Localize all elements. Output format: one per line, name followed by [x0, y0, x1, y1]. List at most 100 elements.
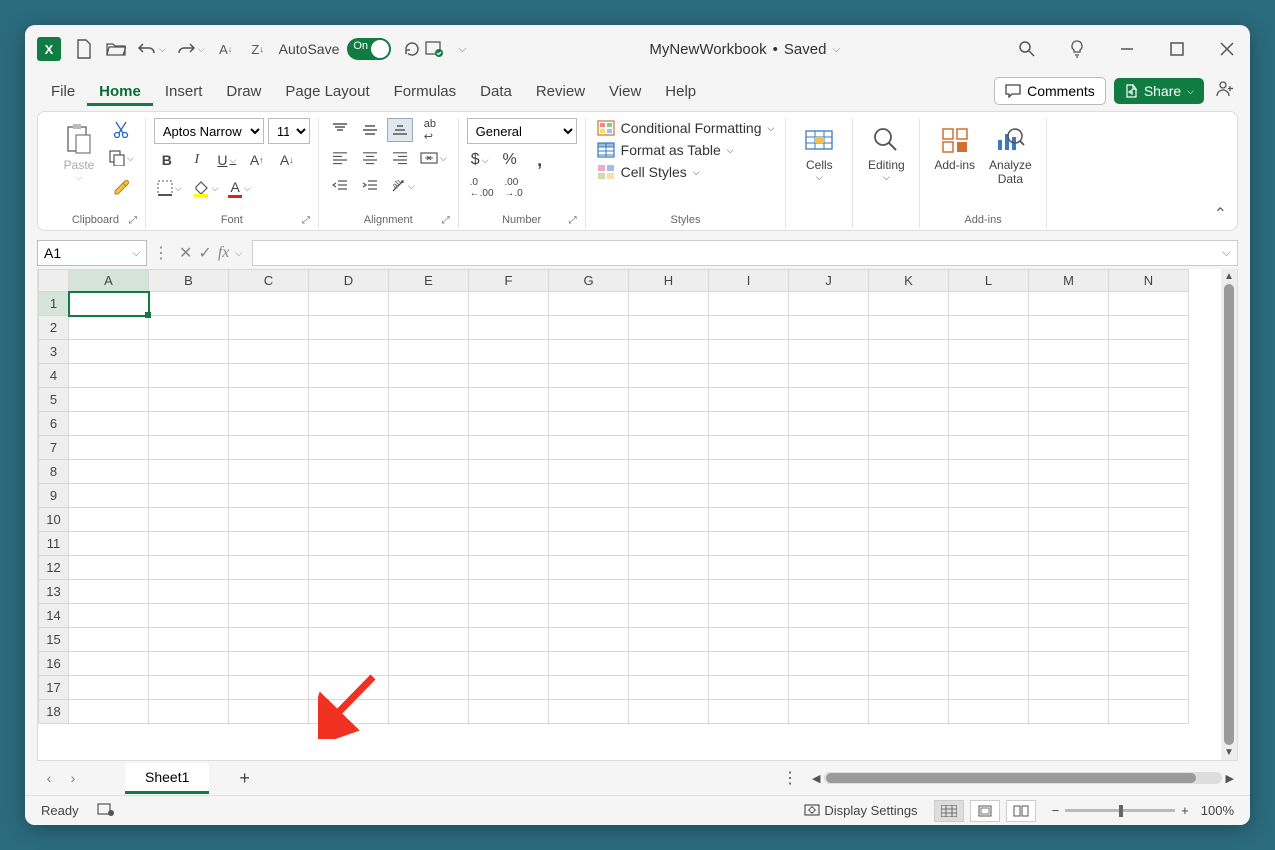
cell[interactable] — [229, 316, 309, 340]
cell[interactable] — [149, 652, 229, 676]
row-header[interactable]: 2 — [39, 316, 69, 340]
cell[interactable] — [549, 292, 629, 316]
cell[interactable] — [389, 676, 469, 700]
more-options-icon[interactable]: ⋮ — [153, 243, 169, 263]
close-button[interactable] — [1216, 38, 1238, 60]
cell[interactable] — [69, 484, 149, 508]
cell[interactable] — [869, 388, 949, 412]
cell[interactable] — [709, 316, 789, 340]
cell[interactable] — [469, 388, 549, 412]
row-header[interactable]: 14 — [39, 604, 69, 628]
cell[interactable] — [229, 676, 309, 700]
normal-view-button[interactable] — [934, 800, 964, 822]
refresh-icon[interactable] — [401, 38, 423, 60]
cell[interactable] — [949, 484, 1029, 508]
cell[interactable] — [869, 484, 949, 508]
cell[interactable] — [1029, 604, 1109, 628]
comments-button[interactable]: Comments — [994, 77, 1106, 105]
cell[interactable] — [389, 388, 469, 412]
orientation-button[interactable]: ab — [387, 174, 418, 198]
cell[interactable] — [949, 676, 1029, 700]
cell[interactable] — [309, 556, 389, 580]
scroll-left-icon[interactable]: ◀ — [808, 772, 824, 785]
cell[interactable] — [949, 532, 1029, 556]
cell[interactable] — [229, 412, 309, 436]
cell[interactable] — [709, 604, 789, 628]
sort-asc-icon[interactable]: A↓ — [215, 38, 237, 60]
align-top-button[interactable] — [327, 118, 353, 142]
cell[interactable] — [69, 316, 149, 340]
sync-icon[interactable] — [423, 38, 445, 60]
cell[interactable] — [229, 388, 309, 412]
column-header[interactable]: N — [1109, 270, 1189, 292]
cell[interactable] — [709, 676, 789, 700]
cell[interactable] — [1029, 340, 1109, 364]
cell[interactable] — [949, 700, 1029, 724]
cell[interactable] — [709, 436, 789, 460]
cell[interactable] — [1029, 676, 1109, 700]
cell[interactable] — [1029, 580, 1109, 604]
cell[interactable] — [949, 580, 1029, 604]
cell[interactable] — [629, 412, 709, 436]
cell[interactable] — [869, 364, 949, 388]
column-header[interactable]: C — [229, 270, 309, 292]
cell[interactable] — [549, 532, 629, 556]
cell[interactable] — [789, 340, 869, 364]
cell[interactable] — [1029, 460, 1109, 484]
align-right-button[interactable] — [387, 146, 413, 170]
cell[interactable] — [869, 628, 949, 652]
row-header[interactable]: 8 — [39, 460, 69, 484]
column-header[interactable]: G — [549, 270, 629, 292]
cell[interactable] — [1109, 676, 1189, 700]
cell[interactable] — [229, 436, 309, 460]
cell[interactable] — [549, 412, 629, 436]
column-header[interactable]: D — [309, 270, 389, 292]
vertical-scrollbar[interactable]: ▲ ▼ — [1221, 269, 1237, 760]
cell[interactable] — [469, 652, 549, 676]
cell[interactable] — [789, 676, 869, 700]
tab-formulas[interactable]: Formulas — [382, 77, 469, 106]
cell[interactable] — [789, 652, 869, 676]
cell[interactable] — [709, 580, 789, 604]
sheet-prev-icon[interactable]: ‹ — [37, 770, 61, 786]
cell[interactable] — [629, 676, 709, 700]
add-sheet-button[interactable]: + — [225, 764, 264, 793]
cell[interactable] — [469, 628, 549, 652]
cell[interactable] — [469, 340, 549, 364]
cells-table[interactable]: ABCDEFGHIJKLMN12345678910111213141516171… — [38, 269, 1189, 724]
row-header[interactable]: 1 — [39, 292, 69, 316]
cell[interactable] — [389, 652, 469, 676]
cell[interactable] — [789, 700, 869, 724]
decrease-font-button[interactable]: A↓ — [274, 148, 300, 172]
minimize-button[interactable] — [1116, 38, 1138, 60]
cell[interactable] — [1109, 460, 1189, 484]
cell[interactable] — [949, 604, 1029, 628]
cell[interactable] — [789, 532, 869, 556]
page-layout-view-button[interactable] — [970, 800, 1000, 822]
cell[interactable] — [869, 532, 949, 556]
cell[interactable] — [229, 700, 309, 724]
cancel-icon[interactable]: ✕ — [179, 243, 192, 263]
horizontal-scrollbar[interactable]: ◀ ▶ — [808, 772, 1238, 785]
addins-button[interactable]: Add-ins — [928, 118, 981, 176]
title-text[interactable]: MyNewWorkbook • Saved ⌵ — [473, 41, 1016, 58]
cell[interactable] — [69, 388, 149, 412]
cell[interactable] — [309, 700, 389, 724]
tab-draw[interactable]: Draw — [214, 77, 273, 106]
cell[interactable] — [149, 436, 229, 460]
cell[interactable] — [1029, 628, 1109, 652]
dialog-launcher-icon[interactable]: ⤢ — [442, 215, 450, 226]
cell[interactable] — [69, 508, 149, 532]
cell[interactable] — [789, 628, 869, 652]
cell[interactable] — [789, 436, 869, 460]
format-painter-button[interactable] — [108, 174, 134, 198]
tab-home[interactable]: Home — [87, 77, 153, 106]
cell[interactable] — [229, 340, 309, 364]
wrap-text-button[interactable]: ab↩ — [417, 118, 443, 142]
format-as-table-button[interactable]: Format as Table ⌵ — [594, 140, 737, 160]
editing-button[interactable]: Editing ⌵ — [861, 118, 911, 187]
formula-input[interactable]: ⌵ — [252, 240, 1238, 266]
cell[interactable] — [629, 436, 709, 460]
cell[interactable] — [1109, 700, 1189, 724]
tab-review[interactable]: Review — [524, 77, 597, 106]
